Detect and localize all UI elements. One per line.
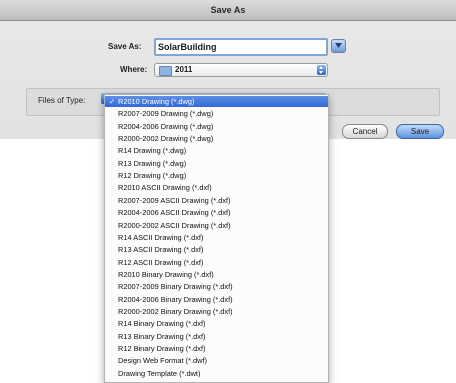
file-type-option-label: R13 ASCII Drawing (*.dxf) (118, 245, 204, 255)
file-type-option[interactable]: R14 ASCII Drawing (*.dxf) (105, 232, 328, 243)
where-value: 2011 (175, 65, 193, 74)
file-type-option[interactable]: R2004-2006 Drawing (*.dwg) (105, 121, 328, 132)
where-location-select[interactable]: 2011 (154, 63, 328, 77)
folder-icon (159, 66, 172, 76)
file-type-option[interactable]: R12 Binary Drawing (*.dxf) (105, 343, 328, 354)
file-type-option[interactable]: R14 Binary Drawing (*.dxf) (105, 318, 328, 329)
cancel-button[interactable]: Cancel (342, 124, 388, 139)
file-type-option-label: R2010 Drawing (*.dwg) (118, 97, 195, 106)
chevron-down-icon (335, 43, 342, 48)
checkmark-icon: ✓ (109, 97, 116, 106)
file-type-option[interactable]: R2007-2009 Binary Drawing (*.dxf) (105, 281, 328, 292)
save-as-label: Save As: (108, 42, 142, 51)
file-type-option-label: R2010 Binary Drawing (*.dxf) (118, 269, 214, 279)
file-type-option[interactable]: ✓ R2010 Drawing (*.dwg) (105, 96, 328, 107)
file-type-option-label: R2000-2002 ASCII Drawing (*.dxf) (118, 220, 231, 230)
file-type-option[interactable]: R12 ASCII Drawing (*.dxf) (105, 257, 328, 268)
file-type-option[interactable]: R2000-2002 Drawing (*.dwg) (105, 133, 328, 144)
file-type-option[interactable]: R13 Drawing (*.dwg) (105, 158, 328, 169)
file-type-option[interactable]: R2007-2009 ASCII Drawing (*.dxf) (105, 195, 328, 206)
file-type-option[interactable]: R2007-2009 Drawing (*.dwg) (105, 108, 328, 119)
file-type-option-label: R12 Binary Drawing (*.dxf) (118, 344, 206, 353)
filename-input[interactable]: SolarBuilding (154, 38, 328, 56)
file-type-option[interactable]: R13 Binary Drawing (*.dxf) (105, 331, 328, 342)
file-type-option-label: R14 Drawing (*.dwg) (118, 146, 187, 156)
file-type-option-label: R2000-2002 Drawing (*.dwg) (118, 134, 214, 144)
file-type-option-label: R14 Binary Drawing (*.dxf) (118, 319, 206, 329)
file-type-option-label: Design Web Format (*.dwf) (118, 356, 207, 366)
file-type-option-label: R14 ASCII Drawing (*.dxf) (118, 232, 204, 242)
popup-arrows-icon (317, 65, 326, 75)
file-type-option-label: R2007-2009 ASCII Drawing (*.dxf) (118, 195, 231, 205)
file-type-option-label: R13 Binary Drawing (*.dxf) (118, 331, 206, 341)
file-type-option[interactable]: Drawing Template (*.dwt) (105, 368, 328, 379)
file-type-option-label: R12 Drawing (*.dwg) (118, 171, 187, 181)
file-type-option[interactable]: Design Web Format (*.dwf) (105, 355, 328, 366)
file-type-menu: ✓ R2010 Drawing (*.dwg) R2007-2009 Drawing… (104, 94, 329, 383)
file-type-option-label: R13 Drawing (*.dwg) (118, 158, 187, 168)
file-type-option[interactable]: R2000-2002 ASCII Drawing (*.dxf) (105, 220, 328, 231)
file-type-option[interactable]: R14 Drawing (*.dwg) (105, 145, 328, 156)
file-type-option[interactable]: R12 Drawing (*.dwg) (105, 170, 328, 181)
dialog-title: Save As (0, 0, 456, 21)
file-type-option-label: R2010 ASCII Drawing (*.dxf) (118, 183, 212, 193)
where-label: Where: (120, 65, 148, 74)
file-type-option[interactable]: R13 ASCII Drawing (*.dxf) (105, 244, 328, 255)
file-type-option-label: R12 ASCII Drawing (*.dxf) (118, 257, 204, 267)
file-type-option-label: R2007-2009 Drawing (*.dwg) (118, 109, 214, 119)
file-type-option-label: R2007-2009 Binary Drawing (*.dxf) (118, 282, 233, 292)
files-of-type-label: Files of Type: (38, 96, 86, 105)
file-type-option[interactable]: R2004-2006 ASCII Drawing (*.dxf) (105, 207, 328, 218)
file-type-option-label: R2000-2002 Binary Drawing (*.dxf) (118, 306, 233, 316)
file-type-option-label: Drawing Template (*.dwt) (118, 368, 201, 378)
file-type-option-label: R2004-2006 Drawing (*.dwg) (118, 121, 214, 131)
expand-dialog-button[interactable] (331, 39, 346, 53)
file-type-option-label: R2004-2006 Binary Drawing (*.dxf) (118, 294, 233, 304)
save-button[interactable]: Save (396, 124, 444, 139)
file-type-option-label: R2004-2006 ASCII Drawing (*.dxf) (118, 208, 231, 218)
file-type-option[interactable]: R2004-2006 Binary Drawing (*.dxf) (105, 294, 328, 305)
file-type-option[interactable]: R2000-2002 Binary Drawing (*.dxf) (105, 306, 328, 317)
file-type-option[interactable]: R2010 ASCII Drawing (*.dxf) (105, 182, 328, 193)
file-type-option[interactable]: R2010 Binary Drawing (*.dxf) (105, 269, 328, 280)
